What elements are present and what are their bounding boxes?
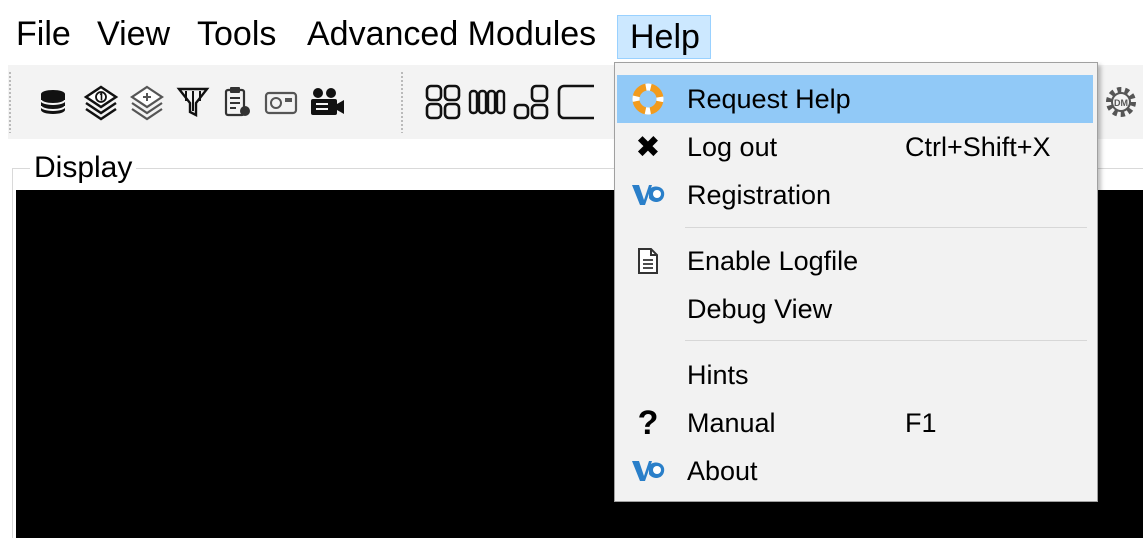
document-icon — [631, 243, 665, 279]
vq-logo-icon — [631, 177, 665, 213]
lifebuoy-icon — [631, 81, 665, 117]
menu-item-hints[interactable]: Hints — [617, 351, 1093, 399]
menu-item-about[interactable]: About — [617, 447, 1093, 495]
menu-item-log-out[interactable]: ✖ Log out Ctrl+Shift+X — [617, 123, 1093, 171]
menu-view[interactable]: View — [97, 14, 170, 54]
menu-item-label: Registration — [687, 180, 832, 210]
camera-icon[interactable] — [262, 83, 300, 121]
menu-file[interactable]: File — [16, 14, 71, 54]
menu-item-debug-view[interactable]: Debug View — [617, 285, 1093, 333]
menu-item-request-help[interactable]: Request Help — [617, 75, 1093, 123]
question-mark-icon: ? — [637, 403, 659, 442]
menu-item-enable-logfile[interactable]: Enable Logfile — [617, 237, 1093, 285]
database-icon[interactable] — [34, 83, 72, 121]
menu-tools[interactable]: Tools — [197, 14, 276, 54]
clipboard-icon[interactable] — [218, 83, 256, 121]
menu-item-manual[interactable]: ? Manual F1 — [617, 399, 1093, 447]
menu-separator — [685, 340, 1087, 341]
svg-text:DM: DM — [1114, 98, 1128, 108]
menu-item-label: About — [687, 456, 758, 486]
display-label: Display — [30, 151, 137, 185]
help-dropdown-menu: Request Help ✖ Log out Ctrl+Shift+X Regi… — [614, 62, 1098, 502]
grid-columns-icon[interactable] — [468, 83, 506, 121]
single-view-icon[interactable] — [556, 83, 594, 121]
menu-item-shortcut: F1 — [905, 408, 937, 438]
menu-item-label: Enable Logfile — [687, 246, 859, 276]
menu-item-label: Hints — [687, 360, 749, 390]
menu-separator — [685, 227, 1087, 228]
menu-item-label: Request Help — [687, 84, 851, 114]
grid-mixed-icon[interactable] — [512, 83, 550, 121]
toolbar-separator — [400, 71, 404, 133]
toolbar-grip[interactable] — [8, 71, 12, 133]
menu-item-label: Debug View — [687, 294, 833, 324]
menu-advanced-modules[interactable]: Advanced Modules — [307, 14, 596, 54]
menu-item-label: Log out — [687, 132, 778, 162]
vq-logo-icon — [631, 453, 665, 489]
settings-dm-icon[interactable]: DM — [1102, 83, 1140, 121]
menu-item-shortcut: Ctrl+Shift+X — [905, 132, 1051, 162]
menu-item-label: Manual — [687, 408, 776, 438]
close-x-icon: ✖ — [635, 130, 661, 164]
application-window: File View Tools Advanced Modules Help DM… — [0, 0, 1143, 538]
video-camera-icon[interactable] — [308, 83, 346, 121]
menu-item-registration[interactable]: Registration — [617, 171, 1093, 219]
layers-number-icon[interactable] — [82, 83, 120, 121]
filter-icon[interactable] — [174, 83, 212, 121]
grid-2x2-icon[interactable] — [424, 83, 462, 121]
menu-bar: File View Tools Advanced Modules Help — [0, 0, 1143, 60]
menu-help[interactable]: Help — [617, 15, 711, 59]
layers-plus-icon[interactable] — [128, 83, 166, 121]
